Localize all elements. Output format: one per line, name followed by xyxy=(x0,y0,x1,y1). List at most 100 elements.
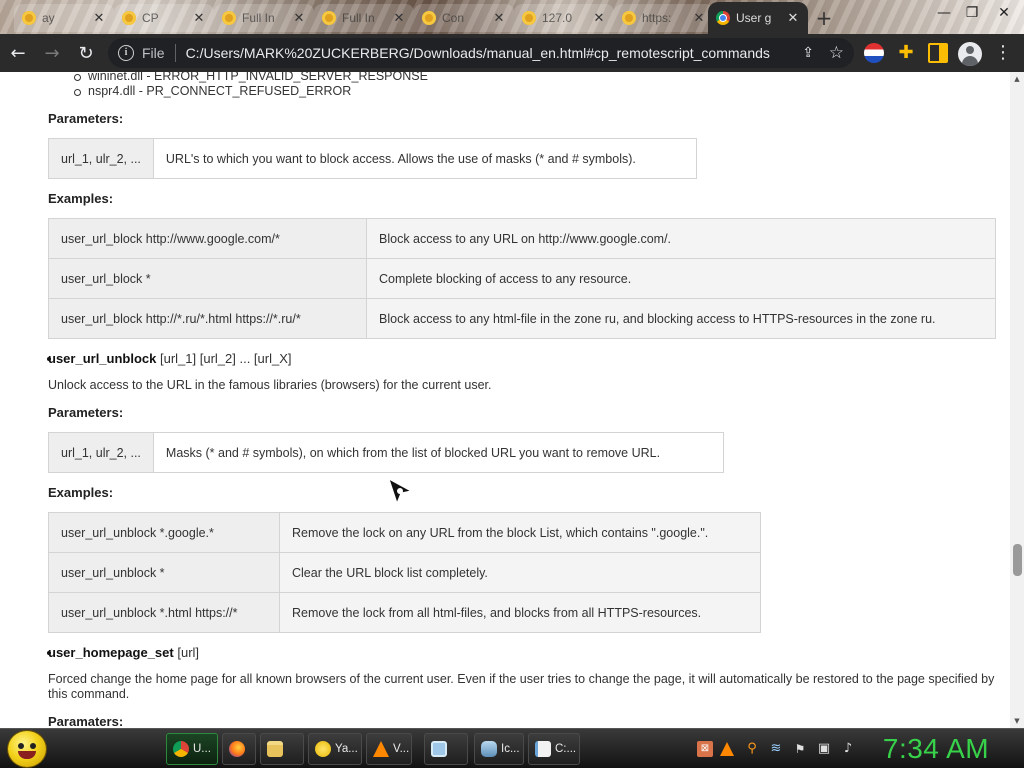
taskbar-clock[interactable]: 7:34 AM xyxy=(876,730,996,768)
table-cell: user_url_unblock * xyxy=(48,552,280,593)
list-item: nspr4.dll - PR_CONNECT_REFUSED_ERROR xyxy=(72,84,428,99)
table-row: user_url_unblock *.google.* Remove the l… xyxy=(48,512,761,553)
browser-tab[interactable]: Full In ✕ xyxy=(214,4,314,32)
taskbar-item-notepad-file[interactable]: C:... xyxy=(528,733,580,765)
close-tab-icon[interactable]: ✕ xyxy=(392,10,406,26)
extensions-puzzle-icon[interactable]: ✚ xyxy=(896,43,916,63)
browser-menu-button[interactable]: ⋮ xyxy=(994,43,1012,63)
table-row: user_url_unblock *.html https://* Remove… xyxy=(48,592,761,633)
chrome-icon xyxy=(173,741,189,757)
close-tab-icon[interactable]: ✕ xyxy=(786,10,800,26)
tray-app-icon[interactable]: ⊠ xyxy=(697,741,713,757)
taskbar-item-label: Ya... xyxy=(335,743,358,755)
reload-button[interactable]: ↻ xyxy=(70,37,102,69)
taskbar: U... Ya... V... Ic... C:... ⊠ ⚲ ≋ ⚑ ▣ ♪ … xyxy=(0,728,1024,768)
browser-tab[interactable]: Con ✕ xyxy=(414,4,514,32)
gm-icon xyxy=(22,11,36,25)
vlc-icon xyxy=(373,741,389,757)
page-viewport: wininet.dll - ERROR_HTTP_INVALID_SERVER_… xyxy=(0,72,1010,728)
gm-icon xyxy=(622,11,636,25)
gm-icon xyxy=(522,11,536,25)
error-list: wininet.dll - ERROR_HTTP_INVALID_SERVER_… xyxy=(72,72,428,99)
back-button[interactable]: ← xyxy=(2,37,34,69)
parameters-table: url_1, ulr_2, ... Masks (* and # symbols… xyxy=(48,432,724,473)
taskbar-item-firefox[interactable] xyxy=(222,733,256,765)
table-cell: Remove the lock on any URL from the bloc… xyxy=(279,512,761,553)
tray-network-icon[interactable]: ≋ xyxy=(768,741,784,757)
parameters-table: url_1, ulr_2, ... URL's to which you wan… xyxy=(48,138,697,179)
tray-flag-icon[interactable]: ⚑ xyxy=(792,741,808,757)
browser-tab[interactable]: 127.0 ✕ xyxy=(514,4,614,32)
side-panel-icon[interactable] xyxy=(928,43,948,63)
tray-monitor-icon[interactable]: ▣ xyxy=(816,741,832,757)
profile-avatar-icon[interactable] xyxy=(958,42,982,66)
taskbar-item-chrome[interactable]: U... xyxy=(166,733,218,765)
scroll-down-icon[interactable]: ▼ xyxy=(1013,717,1021,725)
minimize-button[interactable]: — xyxy=(930,2,958,24)
command-heading: user_homepage_set [url] xyxy=(46,645,200,660)
scroll-up-icon[interactable]: ▲ xyxy=(1013,75,1021,83)
close-tab-icon[interactable]: ✕ xyxy=(92,10,106,26)
table-cell: Masks (* and # symbols), on which from t… xyxy=(152,432,724,473)
folder-icon xyxy=(267,741,283,757)
table-cell: URL's to which you want to block access.… xyxy=(152,138,697,179)
taskbar-item-notepad[interactable] xyxy=(424,733,468,765)
browser-tab[interactable]: Full In ✕ xyxy=(314,4,414,32)
table-cell: user_url_block * xyxy=(48,258,367,299)
share-icon[interactable]: ⇪ xyxy=(802,45,814,61)
table-row: url_1, ulr_2, ... URL's to which you wan… xyxy=(48,138,697,179)
taskbar-item-app[interactable]: Ic... xyxy=(474,733,524,765)
scrollbar-thumb[interactable] xyxy=(1013,544,1022,576)
table-cell: Block access to any URL on http://www.go… xyxy=(366,218,996,259)
close-tab-icon[interactable]: ✕ xyxy=(592,10,606,26)
maximize-button[interactable]: ❐ xyxy=(958,2,986,24)
tab-title: Con xyxy=(442,11,465,25)
notepad-icon xyxy=(431,741,447,757)
browser-tab-active[interactable]: User g ✕ xyxy=(708,2,808,34)
address-bar[interactable]: i File C:/Users/MARK%20ZUCKERBERG/Downlo… xyxy=(108,38,854,68)
forward-button[interactable]: → xyxy=(36,37,68,69)
table-row: user_url_unblock * Clear the URL block l… xyxy=(48,552,761,593)
examples-table: user_url_block http://www.google.com/* B… xyxy=(48,218,996,339)
command-args: [url_1] [url_2] ... [url_X] xyxy=(156,351,292,366)
command-name: user_url_unblock xyxy=(48,351,157,366)
flag-extension-icon[interactable] xyxy=(864,43,884,63)
command-heading: user_url_unblock [url_1] [url_2] ... [ur… xyxy=(47,351,292,366)
tray-vlc-icon[interactable] xyxy=(720,742,734,756)
bookmark-star-icon[interactable]: ☆ xyxy=(829,43,844,63)
browser-tab[interactable]: CP ✕ xyxy=(114,4,214,32)
tray-volume-icon[interactable]: ♪ xyxy=(840,741,856,757)
table-row: user_url_block * Complete blocking of ac… xyxy=(48,258,996,299)
close-tab-icon[interactable]: ✕ xyxy=(692,10,706,26)
browser-tab[interactable]: ay ✕ xyxy=(14,4,114,32)
close-window-button[interactable]: ✕ xyxy=(990,2,1018,24)
taskbar-item-messenger[interactable]: Ya... xyxy=(308,733,362,765)
messenger-icon xyxy=(315,741,331,757)
table-cell: user_url_block http://*.ru/*.html https:… xyxy=(48,298,367,339)
new-tab-button[interactable]: + xyxy=(812,6,836,30)
vertical-scrollbar[interactable]: ▲ ▼ xyxy=(1010,72,1024,728)
taskbar-item-folder[interactable] xyxy=(260,733,304,765)
mouse-cursor-icon xyxy=(388,477,413,505)
taskbar-item-vlc[interactable]: V... xyxy=(366,733,412,765)
url-text[interactable]: C:/Users/MARK%20ZUCKERBERG/Downloads/man… xyxy=(186,45,770,61)
close-tab-icon[interactable]: ✕ xyxy=(192,10,206,26)
parameters-heading: Parameters: xyxy=(48,111,124,126)
tab-strip: ay ✕ CP ✕ Full In ✕ Full In ✕ Con ✕ 127.… xyxy=(0,0,1024,34)
table-cell: user_url_unblock *.html https://* xyxy=(48,592,280,633)
tab-title: ay xyxy=(42,11,55,25)
browser-tab[interactable]: https: ✕ xyxy=(614,4,714,32)
close-tab-icon[interactable]: ✕ xyxy=(492,10,506,26)
table-cell: user_url_unblock *.google.* xyxy=(48,512,280,553)
info-icon[interactable]: i xyxy=(118,45,134,61)
gm-icon xyxy=(422,11,436,25)
examples-heading: Examples: xyxy=(48,485,114,500)
tray-search-icon[interactable]: ⚲ xyxy=(744,741,760,757)
table-cell: Remove the lock from all html-files, and… xyxy=(279,592,761,633)
start-button-smiley-icon[interactable] xyxy=(8,731,46,767)
command-args: [url] xyxy=(173,645,200,660)
gm-icon xyxy=(122,11,136,25)
command-name: user_homepage_set xyxy=(48,645,174,660)
close-tab-icon[interactable]: ✕ xyxy=(292,10,306,26)
table-row: url_1, ulr_2, ... Masks (* and # symbols… xyxy=(48,432,724,473)
